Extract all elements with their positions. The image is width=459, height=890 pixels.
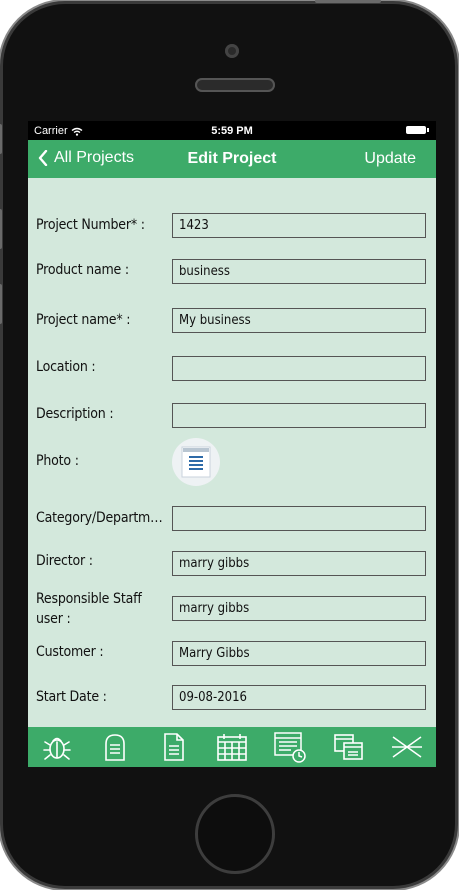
tab-timesheet[interactable] [270, 729, 310, 765]
status-bar: Carrier 5:59 PM [28, 121, 436, 140]
timesheet-icon [274, 732, 307, 763]
navigation-bar: All Projects Edit Project Update [28, 140, 436, 178]
battery-icon [406, 126, 429, 134]
power-button [315, 0, 381, 3]
volume-down-button [0, 284, 2, 324]
responsible-staff-input[interactable]: marry gibbs [172, 596, 426, 621]
bottom-toolbar [28, 727, 436, 767]
photo-label: Photo : [36, 453, 79, 469]
tab-archive[interactable] [95, 729, 135, 765]
category-label: Category/Departm… [36, 510, 163, 526]
category-input[interactable] [172, 506, 426, 531]
chevron-left-icon [38, 150, 48, 166]
customer-label: Customer : [36, 644, 104, 660]
update-button[interactable]: Update [364, 150, 416, 168]
back-button-label: All Projects [54, 149, 135, 166]
document-icon [163, 733, 184, 761]
project-name-input[interactable]: My business [172, 308, 426, 333]
responsible-staff-label: Responsible Staff user : [36, 591, 142, 627]
description-input[interactable] [172, 403, 426, 428]
product-name-input[interactable]: business [172, 259, 426, 284]
photo-thumbnail[interactable] [172, 438, 220, 486]
volume-up-button [0, 209, 2, 249]
director-label: Director : [36, 553, 93, 569]
location-input[interactable] [172, 356, 426, 381]
start-date-label: Start Date : [36, 689, 107, 705]
tab-documents[interactable] [154, 729, 194, 765]
product-name-label: Product name : [36, 262, 129, 278]
home-button[interactable] [195, 794, 275, 874]
project-name-label: Project name* : [36, 312, 131, 328]
tab-copy[interactable] [329, 729, 369, 765]
calendar-icon [217, 734, 247, 761]
screen: Carrier 5:59 PM All Projects Edit Projec… [28, 121, 436, 767]
start-date-input[interactable]: 09-08-2016 [172, 685, 426, 710]
back-button[interactable]: All Projects [38, 149, 134, 167]
director-input[interactable]: marry gibbs [172, 551, 426, 576]
document-preview-icon [181, 446, 211, 478]
earpiece-speaker [195, 78, 275, 92]
tombstone-icon [105, 734, 126, 761]
close-x-icon [391, 736, 422, 758]
bug-icon [43, 737, 71, 760]
mute-switch [0, 124, 2, 154]
tab-delete[interactable] [387, 729, 427, 765]
tab-issues[interactable] [37, 729, 77, 765]
tab-calendar[interactable] [212, 729, 252, 765]
customer-input[interactable]: Marry Gibbs [172, 641, 426, 666]
copy-icon [333, 734, 363, 760]
project-number-input[interactable]: 1423 [172, 213, 426, 238]
project-number-label: Project Number* : [36, 217, 145, 233]
location-label: Location : [36, 359, 96, 375]
front-camera [225, 44, 239, 58]
description-label: Description : [36, 406, 114, 422]
status-time: 5:59 PM [211, 125, 253, 137]
